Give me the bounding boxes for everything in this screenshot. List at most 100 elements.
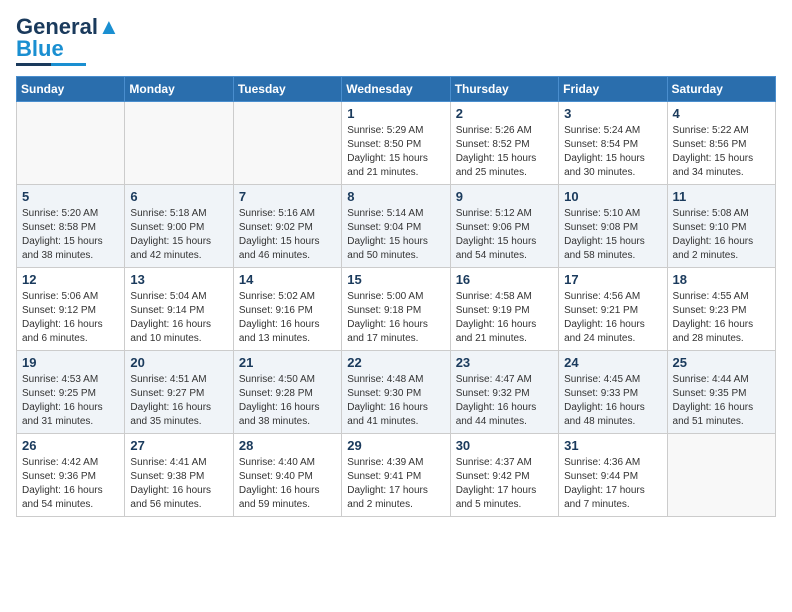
calendar-cell: 20 Sunrise: 4:51 AM Sunset: 9:27 PM Dayli… bbox=[125, 351, 233, 434]
cell-info: Sunrise: 5:10 AM Sunset: 9:08 PM Dayligh… bbox=[564, 207, 661, 263]
day-number: 20 bbox=[130, 355, 227, 370]
cell-info: Sunrise: 5:14 AM Sunset: 9:04 PM Dayligh… bbox=[347, 207, 444, 263]
calendar-cell: 23 Sunrise: 4:47 AM Sunset: 9:32 PM Dayli… bbox=[450, 351, 558, 434]
day-number: 31 bbox=[564, 438, 661, 453]
cell-info: Sunrise: 4:45 AM Sunset: 9:33 PM Dayligh… bbox=[564, 373, 661, 429]
calendar-cell: 16 Sunrise: 4:58 AM Sunset: 9:19 PM Dayli… bbox=[450, 268, 558, 351]
day-number: 3 bbox=[564, 106, 661, 121]
calendar-cell: 9Sunrise: 5:12 AM Sunset: 9:06 PM Daylig… bbox=[450, 185, 558, 268]
day-number: 29 bbox=[347, 438, 444, 453]
day-number: 24 bbox=[564, 355, 661, 370]
cell-info: Sunrise: 4:40 AM Sunset: 9:40 PM Dayligh… bbox=[239, 456, 336, 512]
calendar-cell: 27 Sunrise: 4:41 AM Sunset: 9:38 PM Dayli… bbox=[125, 434, 233, 517]
calendar-cell: 5 Sunrise: 5:20 AM Sunset: 8:58 PM Daylig… bbox=[17, 185, 125, 268]
cell-info: Sunrise: 5:00 AM Sunset: 9:18 PM Dayligh… bbox=[347, 290, 444, 346]
calendar-cell: 4Sunrise: 5:22 AM Sunset: 8:56 PM Daylig… bbox=[667, 102, 775, 185]
calendar-cell: 28 Sunrise: 4:40 AM Sunset: 9:40 PM Dayli… bbox=[233, 434, 341, 517]
calendar-cell: 2 Sunrise: 5:26 AM Sunset: 8:52 PM Daylig… bbox=[450, 102, 558, 185]
day-number: 26 bbox=[22, 438, 119, 453]
day-number: 18 bbox=[673, 272, 770, 287]
calendar-week-row: 26 Sunrise: 4:42 AM Sunset: 9:36 PM Dayli… bbox=[17, 434, 776, 517]
cell-info: Sunrise: 4:41 AM Sunset: 9:38 PM Dayligh… bbox=[130, 456, 227, 512]
calendar-cell: 31 Sunrise: 4:36 AM Sunset: 9:44 PM Dayli… bbox=[559, 434, 667, 517]
day-number: 15 bbox=[347, 272, 444, 287]
calendar-cell: 14Sunrise: 5:02 AM Sunset: 9:16 PM Dayli… bbox=[233, 268, 341, 351]
day-number: 8 bbox=[347, 189, 444, 204]
calendar-cell: 11 Sunrise: 5:08 AM Sunset: 9:10 PM Dayli… bbox=[667, 185, 775, 268]
day-number: 28 bbox=[239, 438, 336, 453]
calendar-cell: 18Sunrise: 4:55 AM Sunset: 9:23 PM Dayli… bbox=[667, 268, 775, 351]
day-number: 7 bbox=[239, 189, 336, 204]
calendar-cell: 30Sunrise: 4:37 AM Sunset: 9:42 PM Dayli… bbox=[450, 434, 558, 517]
calendar-cell: 1 Sunrise: 5:29 AM Sunset: 8:50 PM Daylig… bbox=[342, 102, 450, 185]
calendar-header-row: SundayMondayTuesdayWednesdayThursdayFrid… bbox=[17, 77, 776, 102]
calendar-week-row: 1 Sunrise: 5:29 AM Sunset: 8:50 PM Daylig… bbox=[17, 102, 776, 185]
day-number: 1 bbox=[347, 106, 444, 121]
calendar-cell: 12 Sunrise: 5:06 AM Sunset: 9:12 PM Dayli… bbox=[17, 268, 125, 351]
day-number: 19 bbox=[22, 355, 119, 370]
calendar-cell bbox=[125, 102, 233, 185]
calendar-cell: 3 Sunrise: 5:24 AM Sunset: 8:54 PM Daylig… bbox=[559, 102, 667, 185]
day-number: 12 bbox=[22, 272, 119, 287]
cell-info: Sunrise: 4:56 AM Sunset: 9:21 PM Dayligh… bbox=[564, 290, 661, 346]
day-header: Tuesday bbox=[233, 77, 341, 102]
cell-info: Sunrise: 4:51 AM Sunset: 9:27 PM Dayligh… bbox=[130, 373, 227, 429]
day-header: Sunday bbox=[17, 77, 125, 102]
cell-info: Sunrise: 4:42 AM Sunset: 9:36 PM Dayligh… bbox=[22, 456, 119, 512]
calendar-cell bbox=[233, 102, 341, 185]
calendar-cell bbox=[667, 434, 775, 517]
cell-info: Sunrise: 4:36 AM Sunset: 9:44 PM Dayligh… bbox=[564, 456, 661, 512]
calendar-cell: 6Sunrise: 5:18 AM Sunset: 9:00 PM Daylig… bbox=[125, 185, 233, 268]
day-number: 17 bbox=[564, 272, 661, 287]
calendar-cell: 29 Sunrise: 4:39 AM Sunset: 9:41 PM Dayli… bbox=[342, 434, 450, 517]
day-number: 25 bbox=[673, 355, 770, 370]
cell-info: Sunrise: 4:37 AM Sunset: 9:42 PM Dayligh… bbox=[456, 456, 553, 512]
cell-info: Sunrise: 5:08 AM Sunset: 9:10 PM Dayligh… bbox=[673, 207, 770, 263]
calendar-cell: 21 Sunrise: 4:50 AM Sunset: 9:28 PM Dayli… bbox=[233, 351, 341, 434]
cell-info: Sunrise: 5:16 AM Sunset: 9:02 PM Dayligh… bbox=[239, 207, 336, 263]
cell-info: Sunrise: 4:44 AM Sunset: 9:35 PM Dayligh… bbox=[673, 373, 770, 429]
cell-info: Sunrise: 4:47 AM Sunset: 9:32 PM Dayligh… bbox=[456, 373, 553, 429]
cell-info: Sunrise: 5:12 AM Sunset: 9:06 PM Dayligh… bbox=[456, 207, 553, 263]
calendar-cell: 10Sunrise: 5:10 AM Sunset: 9:08 PM Dayli… bbox=[559, 185, 667, 268]
logo-text: General▲ Blue bbox=[16, 16, 120, 60]
day-number: 27 bbox=[130, 438, 227, 453]
cell-info: Sunrise: 5:22 AM Sunset: 8:56 PM Dayligh… bbox=[673, 124, 770, 180]
cell-info: Sunrise: 5:24 AM Sunset: 8:54 PM Dayligh… bbox=[564, 124, 661, 180]
calendar-table: SundayMondayTuesdayWednesdayThursdayFrid… bbox=[16, 76, 776, 517]
calendar-cell: 17 Sunrise: 4:56 AM Sunset: 9:21 PM Dayli… bbox=[559, 268, 667, 351]
cell-info: Sunrise: 4:50 AM Sunset: 9:28 PM Dayligh… bbox=[239, 373, 336, 429]
logo: General▲ Blue bbox=[16, 16, 120, 66]
logo-line bbox=[16, 63, 86, 66]
cell-info: Sunrise: 4:48 AM Sunset: 9:30 PM Dayligh… bbox=[347, 373, 444, 429]
calendar-cell: 24 Sunrise: 4:45 AM Sunset: 9:33 PM Dayli… bbox=[559, 351, 667, 434]
calendar-cell: 25 Sunrise: 4:44 AM Sunset: 9:35 PM Dayli… bbox=[667, 351, 775, 434]
page-header: General▲ Blue bbox=[16, 16, 776, 66]
cell-info: Sunrise: 5:20 AM Sunset: 8:58 PM Dayligh… bbox=[22, 207, 119, 263]
cell-info: Sunrise: 5:29 AM Sunset: 8:50 PM Dayligh… bbox=[347, 124, 444, 180]
day-number: 22 bbox=[347, 355, 444, 370]
cell-info: Sunrise: 4:58 AM Sunset: 9:19 PM Dayligh… bbox=[456, 290, 553, 346]
calendar-cell: 8 Sunrise: 5:14 AM Sunset: 9:04 PM Daylig… bbox=[342, 185, 450, 268]
day-number: 5 bbox=[22, 189, 119, 204]
day-number: 2 bbox=[456, 106, 553, 121]
day-number: 16 bbox=[456, 272, 553, 287]
calendar-cell bbox=[17, 102, 125, 185]
day-header: Monday bbox=[125, 77, 233, 102]
day-number: 11 bbox=[673, 189, 770, 204]
cell-info: Sunrise: 5:02 AM Sunset: 9:16 PM Dayligh… bbox=[239, 290, 336, 346]
cell-info: Sunrise: 4:39 AM Sunset: 9:41 PM Dayligh… bbox=[347, 456, 444, 512]
day-number: 23 bbox=[456, 355, 553, 370]
cell-info: Sunrise: 5:26 AM Sunset: 8:52 PM Dayligh… bbox=[456, 124, 553, 180]
calendar-week-row: 5 Sunrise: 5:20 AM Sunset: 8:58 PM Daylig… bbox=[17, 185, 776, 268]
cell-info: Sunrise: 5:04 AM Sunset: 9:14 PM Dayligh… bbox=[130, 290, 227, 346]
day-number: 13 bbox=[130, 272, 227, 287]
day-header: Thursday bbox=[450, 77, 558, 102]
cell-info: Sunrise: 5:06 AM Sunset: 9:12 PM Dayligh… bbox=[22, 290, 119, 346]
calendar-cell: 22 Sunrise: 4:48 AM Sunset: 9:30 PM Dayli… bbox=[342, 351, 450, 434]
cell-info: Sunrise: 4:53 AM Sunset: 9:25 PM Dayligh… bbox=[22, 373, 119, 429]
day-header: Friday bbox=[559, 77, 667, 102]
calendar-week-row: 19 Sunrise: 4:53 AM Sunset: 9:25 PM Dayli… bbox=[17, 351, 776, 434]
day-number: 21 bbox=[239, 355, 336, 370]
calendar-cell: 7 Sunrise: 5:16 AM Sunset: 9:02 PM Daylig… bbox=[233, 185, 341, 268]
